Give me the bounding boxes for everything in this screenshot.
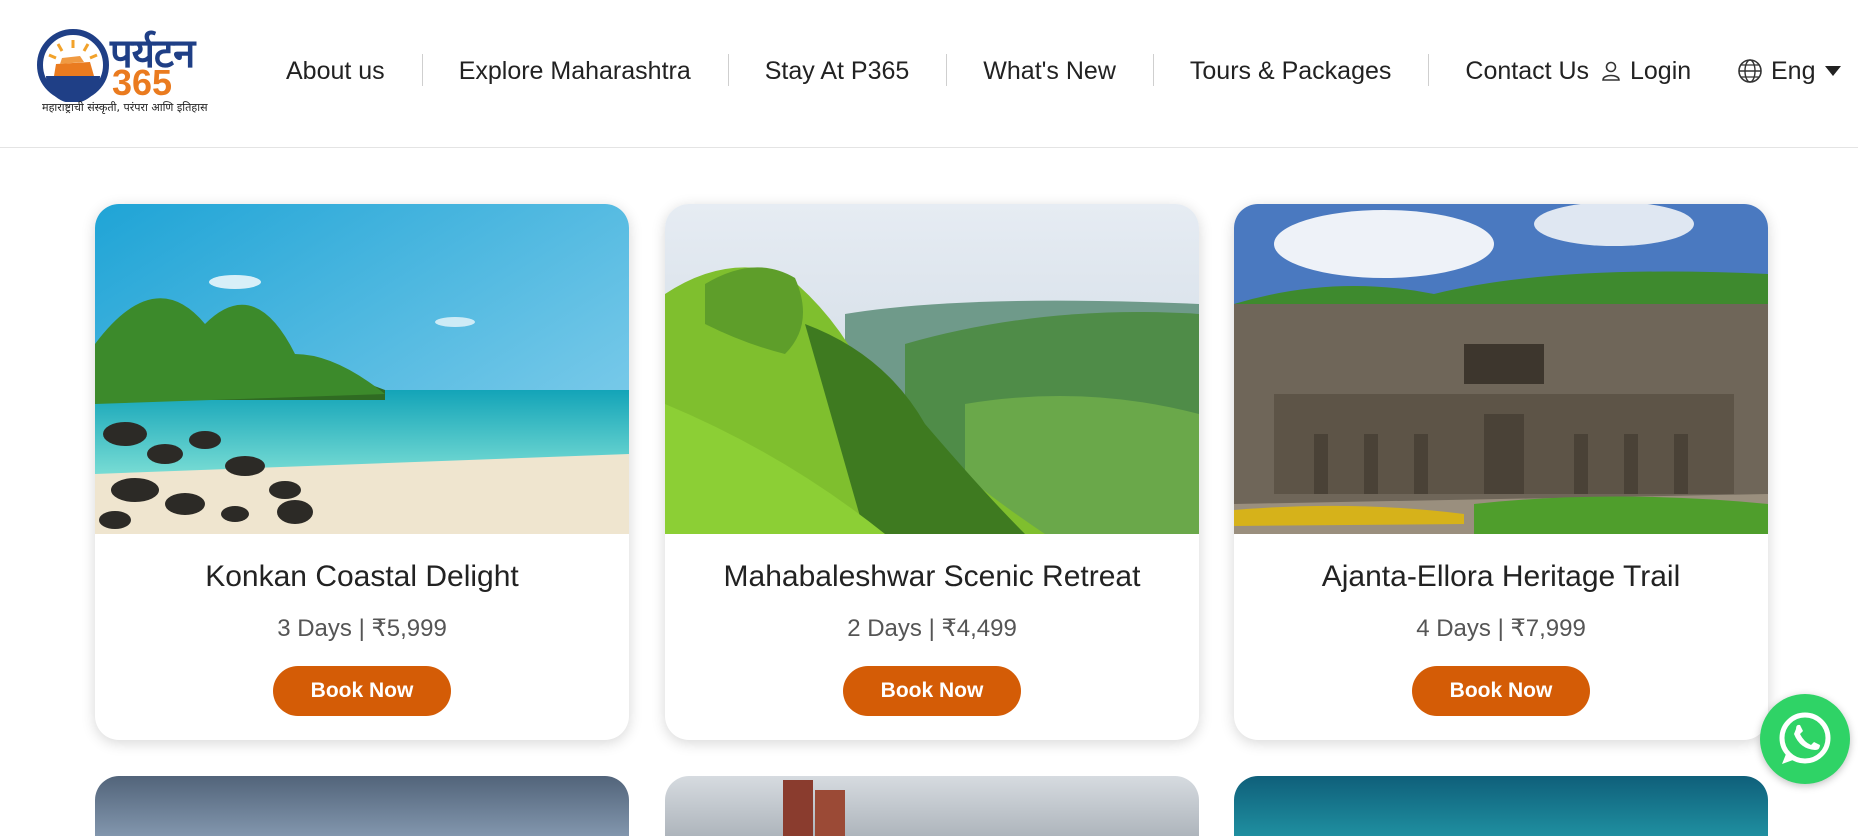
site-header: पर्यटन 365 महाराष्ट्राची संस्कृती, परंपर… xyxy=(0,0,1858,148)
building-photo xyxy=(783,780,845,836)
package-card: Ajanta-Ellora Heritage Trail 4 Days | ₹7… xyxy=(1234,204,1768,740)
whatsapp-icon xyxy=(1779,712,1831,764)
package-card-peek xyxy=(95,776,629,836)
book-now-button[interactable]: Book Now xyxy=(1412,666,1590,716)
language-selector[interactable]: Eng xyxy=(1737,48,1851,94)
nav-stay-at-p365[interactable]: Stay At P365 xyxy=(727,48,947,94)
caret-down-icon xyxy=(1825,66,1842,76)
book-now-button[interactable]: Book Now xyxy=(273,666,451,716)
package-title: Konkan Coastal Delight xyxy=(205,560,519,593)
package-duration-price: 3 Days | ₹5,999 xyxy=(277,615,447,642)
package-title: Mahabaleshwar Scenic Retreat xyxy=(723,560,1141,593)
package-duration-price: 4 Days | ₹7,999 xyxy=(1416,615,1586,642)
nav-tours-packages[interactable]: Tours & Packages xyxy=(1152,48,1429,94)
book-now-button[interactable]: Book Now xyxy=(843,666,1021,716)
login-link[interactable]: Login xyxy=(1600,48,1691,94)
green-hills-photo xyxy=(665,204,1199,534)
brand-number: 365 xyxy=(112,62,173,103)
package-card-peek xyxy=(665,776,1199,836)
rock-cut-caves-photo xyxy=(1234,204,1768,534)
beach-photo xyxy=(95,204,629,534)
package-card-peek xyxy=(1234,776,1768,836)
nav-whats-new[interactable]: What's New xyxy=(946,48,1153,94)
sun-fort-logo-icon xyxy=(37,29,109,102)
package-title: Ajanta-Ellora Heritage Trail xyxy=(1321,560,1681,593)
main-nav: About us Explore Maharashtra Stay At P36… xyxy=(262,48,1626,94)
package-card: Mahabaleshwar Scenic Retreat 2 Days | ₹4… xyxy=(665,204,1199,740)
site-logo[interactable]: पर्यटन 365 महाराष्ट्राची संस्कृती, परंपर… xyxy=(24,18,234,120)
whatsapp-button[interactable] xyxy=(1760,694,1850,784)
language-label: Eng xyxy=(1771,56,1816,85)
package-card: Konkan Coastal Delight 3 Days | ₹5,999 B… xyxy=(95,204,629,740)
nav-about-us[interactable]: About us xyxy=(262,48,422,94)
globe-icon xyxy=(1738,59,1762,83)
login-label: Login xyxy=(1630,56,1692,85)
user-icon xyxy=(1602,61,1620,81)
package-duration-price: 2 Days | ₹4,499 xyxy=(847,615,1017,642)
nav-explore-maharashtra[interactable]: Explore Maharashtra xyxy=(421,48,728,94)
nav-contact-us[interactable]: Contact Us xyxy=(1428,48,1626,94)
brand-tagline: महाराष्ट्राची संस्कृती, परंपरा आणि इतिहा… xyxy=(42,101,208,114)
